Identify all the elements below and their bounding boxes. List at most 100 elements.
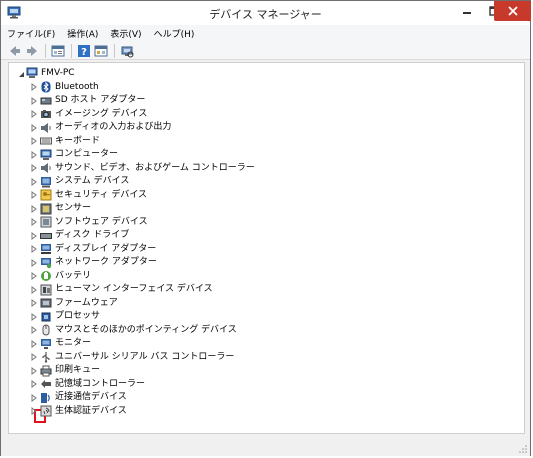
back-button[interactable] — [7, 43, 23, 59]
root-computer-label[interactable]: FMV-PC — [41, 67, 75, 80]
expand-toggle[interactable] — [30, 393, 38, 403]
usb-icon — [42, 352, 50, 363]
scan-hardware-button[interactable] — [119, 43, 135, 59]
menu-view[interactable]: 表示(V) — [104, 27, 147, 40]
close-icon — [507, 6, 518, 16]
expand-toggle[interactable] — [30, 298, 38, 308]
menu-file[interactable]: ファイル(F) — [1, 27, 61, 40]
proximity-icon — [41, 392, 50, 403]
menu-help[interactable]: ヘルプ(H) — [148, 27, 201, 40]
hid-icon — [40, 284, 52, 295]
device-category-label[interactable]: セキュリティ デバイス — [55, 189, 147, 202]
device-category-label[interactable]: コンピューター — [55, 148, 118, 161]
expand-toggle[interactable] — [30, 406, 38, 416]
device-category-label[interactable]: オーディオの入力および出力 — [55, 121, 171, 134]
device-category-label[interactable]: 印刷キュー — [55, 364, 100, 377]
expand-toggle[interactable] — [30, 379, 38, 389]
biometric-icon — [40, 405, 52, 417]
camera-icon — [41, 110, 51, 118]
properties-icon — [51, 45, 65, 56]
collapsed-arrow-icon — [31, 177, 37, 186]
sensor-icon — [40, 203, 52, 214]
device-category-label[interactable]: ユニバーサル シリアル バス コントローラー — [55, 351, 234, 364]
device-category-label[interactable]: モニター — [55, 337, 91, 350]
expand-toggle[interactable] — [30, 177, 38, 187]
expand-toggle[interactable] — [30, 258, 38, 268]
expand-toggle[interactable] — [30, 231, 38, 241]
properties-button[interactable] — [50, 43, 66, 59]
speaker-icon — [41, 122, 51, 133]
expand-toggle[interactable] — [30, 352, 38, 362]
help-button[interactable]: ? — [76, 43, 92, 59]
speaker-icon — [41, 163, 51, 173]
minimize-icon — [463, 12, 471, 14]
security-key-icon — [40, 189, 52, 201]
expand-toggle[interactable] — [30, 190, 38, 200]
device-category-label[interactable]: サウンド、ビデオ、およびゲーム コントローラー — [55, 162, 255, 175]
forward-button[interactable] — [24, 43, 40, 59]
device-category-label[interactable]: 記憶域コントローラー — [55, 378, 145, 391]
toolbar-separator — [71, 43, 72, 58]
expand-toggle[interactable] — [30, 204, 38, 214]
device-category-label[interactable]: ヒューマン インターフェイス デバイス — [55, 283, 213, 296]
device-category-label[interactable]: センサー — [55, 202, 91, 215]
help-icon: ? — [78, 44, 90, 58]
collapsed-arrow-icon — [31, 83, 37, 91]
root-collapse-toggle[interactable] — [17, 69, 25, 79]
expand-toggle[interactable] — [30, 325, 38, 335]
expand-toggle[interactable] — [30, 109, 38, 119]
collapsed-arrow-icon — [31, 218, 37, 226]
device-tree[interactable]: FMV-PC Bluetooth SD ホスト アダプター イメージング デバイスオ… — [8, 62, 525, 434]
device-category-label[interactable]: システム デバイス — [55, 175, 129, 188]
expand-toggle[interactable] — [30, 150, 38, 160]
printer-icon — [40, 365, 52, 376]
expand-toggle[interactable] — [30, 312, 38, 322]
device-category-label[interactable]: SD ホスト アダプター — [55, 94, 145, 107]
collapsed-arrow-icon — [31, 231, 37, 240]
bluetooth-icon — [41, 81, 51, 93]
sd-host-icon — [40, 97, 52, 104]
device-category-label[interactable]: ディスプレイ アダプター — [55, 243, 156, 256]
device-category-label[interactable]: イメージング デバイス — [55, 108, 147, 121]
computer-icon — [26, 67, 38, 78]
expand-toggle[interactable] — [30, 96, 38, 106]
device-category-label[interactable]: ソフトウェア デバイス — [55, 216, 148, 229]
expand-toggle[interactable] — [30, 136, 38, 146]
back-icon — [10, 45, 20, 56]
device-category-label[interactable]: ディスク ドライブ — [55, 229, 129, 242]
collapsed-arrow-icon — [31, 353, 37, 361]
device-category-label[interactable]: Bluetooth — [55, 81, 99, 94]
mouse-icon — [42, 324, 50, 336]
expand-toggle[interactable] — [30, 163, 38, 173]
expand-toggle[interactable] — [30, 366, 38, 376]
collapsed-arrow-icon — [31, 137, 37, 145]
resize-grip-icon[interactable] — [519, 445, 527, 453]
device-category-label[interactable]: マウスとそのほかのポインティング デバイス — [55, 324, 237, 337]
toolbar-separator — [45, 43, 46, 58]
title-bar[interactable]: デバイス マネージャー — [1, 1, 531, 25]
minimize-button[interactable] — [453, 1, 481, 21]
status-bar — [1, 436, 530, 456]
device-category-label[interactable]: バッテリ — [55, 270, 91, 283]
device-category-label[interactable]: 生体認証デバイス — [55, 405, 127, 418]
collapsed-arrow-icon — [31, 164, 37, 172]
close-button[interactable] — [494, 1, 531, 21]
expand-toggle[interactable] — [30, 82, 38, 92]
collapsed-arrow-icon — [31, 366, 37, 375]
show-hidden-button[interactable] — [93, 43, 109, 59]
device-category-label[interactable]: ネットワーク アダプター — [55, 256, 157, 269]
device-category-label[interactable]: 近接通信デバイス — [55, 391, 127, 404]
collapsed-arrow-icon — [31, 312, 37, 321]
expand-toggle[interactable] — [30, 217, 38, 227]
device-category-label[interactable]: キーボード — [55, 135, 100, 148]
device-category-label[interactable]: プロセッサ — [55, 310, 100, 323]
expand-toggle[interactable] — [30, 244, 38, 254]
expand-toggle[interactable] — [30, 285, 38, 295]
expand-toggle[interactable] — [30, 271, 38, 281]
expand-toggle[interactable] — [30, 339, 38, 349]
device-category-label[interactable]: ファームウェア — [55, 297, 118, 310]
collapsed-arrow-icon — [31, 204, 37, 213]
expand-toggle[interactable] — [30, 123, 38, 133]
menu-action[interactable]: 操作(A) — [61, 27, 104, 40]
system-icon — [41, 176, 51, 187]
